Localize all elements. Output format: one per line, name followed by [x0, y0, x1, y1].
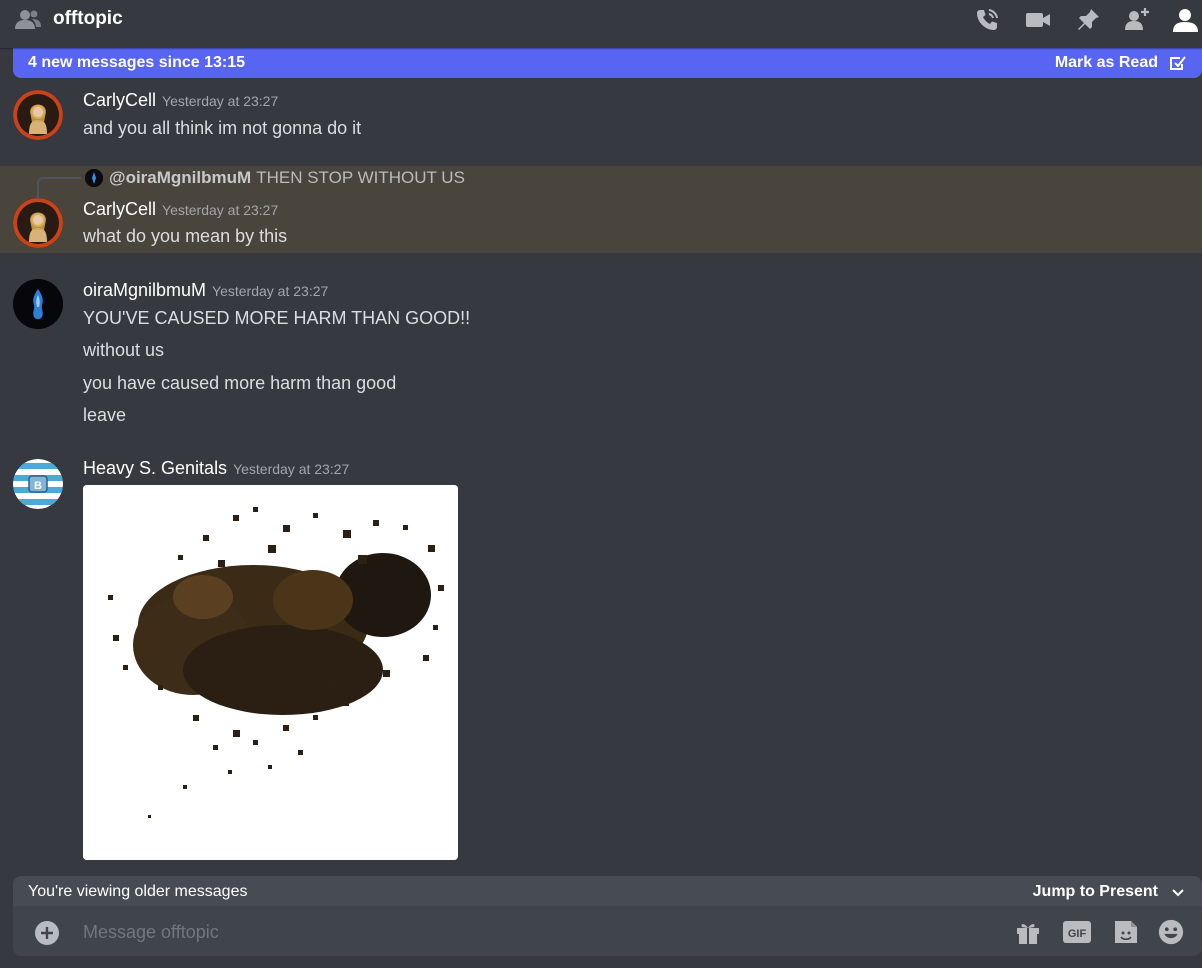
- pin-icon[interactable]: [1074, 6, 1102, 34]
- username-text[interactable]: Heavy S. Genitals: [83, 458, 227, 478]
- reply-preview[interactable]: @oiraMgnilbmuM THEN STOP WITHOUT US: [85, 168, 465, 188]
- reply-connector: [37, 177, 81, 199]
- avatar[interactable]: B: [13, 459, 63, 509]
- message-author[interactable]: oiraMgnilbmuM Yesterday at 23:27: [83, 280, 328, 301]
- carlycell-avatar-image: [13, 90, 63, 140]
- reply-text: THEN STOP WITHOUT US: [256, 168, 465, 187]
- message-timestamp: Yesterday at 23:27: [162, 93, 279, 109]
- message-author[interactable]: Heavy S. Genitals Yesterday at 23:27: [83, 458, 349, 479]
- svg-text:B: B: [34, 480, 42, 492]
- attachment-image: [83, 485, 458, 860]
- phone-call-icon[interactable]: [973, 6, 1001, 34]
- jump-to-present-button[interactable]: Jump to Present: [1033, 883, 1158, 901]
- message-composer: GIF: [13, 906, 1202, 956]
- message-author[interactable]: CarlyCell Yesterday at 23:27: [83, 90, 278, 111]
- new-messages-text: 4 new messages since 13:15: [28, 54, 246, 71]
- message: oiraMgnilbmuM Yesterday at 23:27 YOU'VE C…: [0, 273, 1202, 433]
- chevron-down-icon[interactable]: [1170, 885, 1186, 901]
- member-list-icon[interactable]: [1172, 6, 1200, 34]
- heavy-avatar-image: B: [13, 459, 63, 509]
- message-timestamp: Yesterday at 23:27: [162, 202, 279, 218]
- reply-avatar: [85, 169, 103, 187]
- message-content: what do you mean by this: [83, 226, 288, 246]
- new-messages-bar[interactable]: 4 new messages since 13:15 Mark as Read: [13, 48, 1202, 78]
- reply-mention[interactable]: @oiraMgnilbmuM: [109, 168, 251, 188]
- message-content: leave: [83, 405, 127, 425]
- mark-read-icon[interactable]: [1168, 54, 1186, 72]
- users-icon: [15, 10, 41, 29]
- carlycell-avatar-image: [13, 198, 63, 248]
- message-content: without us: [83, 340, 165, 360]
- emoji-icon[interactable]: [1156, 918, 1186, 946]
- mark-as-read-button[interactable]: Mark as Read: [1055, 54, 1158, 72]
- message-author[interactable]: CarlyCell Yesterday at 23:27: [83, 199, 278, 220]
- image-attachment[interactable]: [83, 485, 458, 860]
- oiramgnilbmum-avatar-image: [13, 279, 63, 329]
- username-text[interactable]: CarlyCell: [83, 90, 156, 110]
- username-text[interactable]: CarlyCell: [83, 199, 156, 219]
- older-messages-bar: You're viewing older messages Jump to Pr…: [13, 876, 1202, 910]
- message-content: and you all think im not gonna do it: [83, 118, 362, 138]
- channel-header: offtopic: [0, 0, 1202, 48]
- message-content: you have caused more harm than good: [83, 373, 397, 393]
- attach-plus-icon[interactable]: [34, 920, 60, 946]
- video-icon[interactable]: [1024, 6, 1052, 34]
- message: CarlyCell Yesterday at 23:27 and you all …: [0, 78, 1202, 160]
- add-member-icon[interactable]: [1123, 6, 1151, 34]
- message-content: YOU'VE CAUSED MORE HARM THAN GOOD!!: [83, 308, 471, 328]
- avatar[interactable]: [13, 279, 63, 329]
- channel-title: offtopic: [53, 8, 123, 29]
- avatar[interactable]: [13, 198, 63, 248]
- older-messages-text: You're viewing older messages: [28, 883, 248, 900]
- svg-text:GIF: GIF: [1068, 928, 1087, 940]
- username-text[interactable]: oiraMgnilbmuM: [83, 280, 206, 300]
- gif-icon[interactable]: GIF: [1062, 918, 1092, 946]
- avatar[interactable]: [13, 90, 63, 140]
- message-input[interactable]: [83, 920, 983, 944]
- sticker-icon[interactable]: [1111, 918, 1141, 946]
- gift-icon[interactable]: [1013, 918, 1043, 946]
- message-timestamp: Yesterday at 23:27: [233, 461, 350, 477]
- message-list: CarlyCell Yesterday at 23:27 and you all …: [0, 78, 1202, 868]
- message-timestamp: Yesterday at 23:27: [212, 283, 329, 299]
